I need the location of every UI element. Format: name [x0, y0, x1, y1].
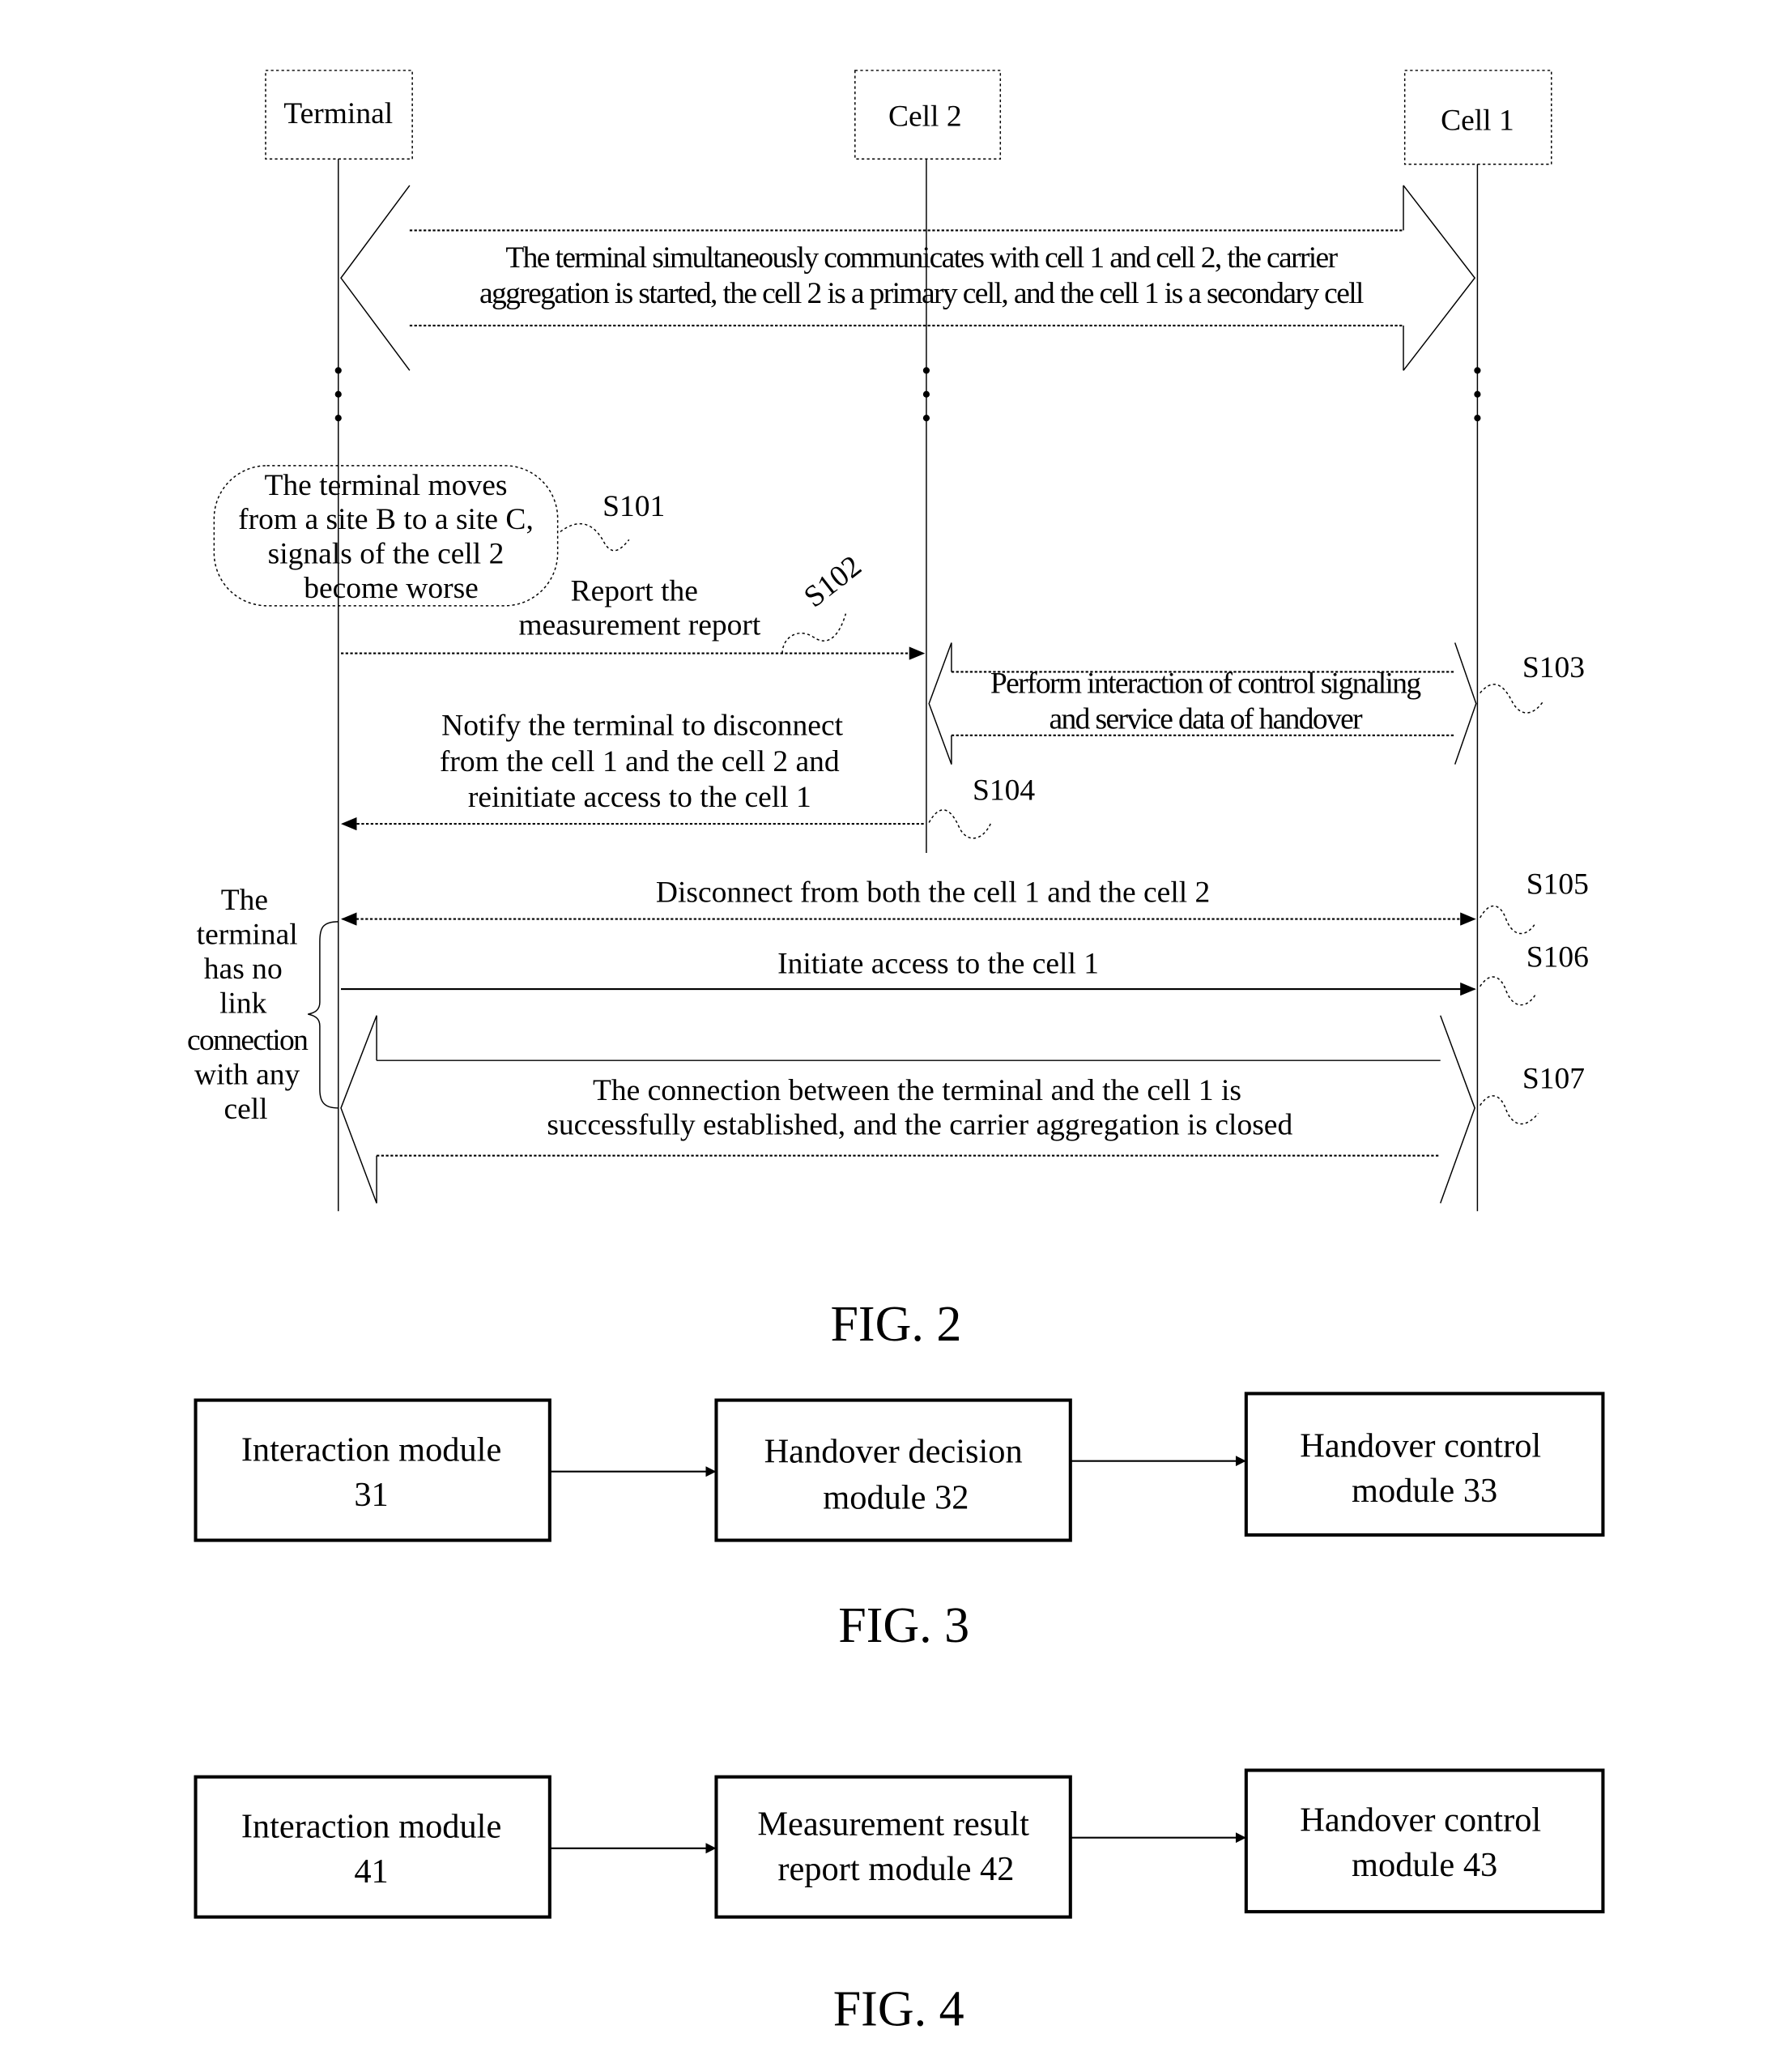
participant-cell-2: Cell 2: [854, 70, 1002, 160]
fig3-module-33: Handover control module 33: [1244, 1392, 1605, 1537]
side-note-line-6: with any: [194, 1059, 300, 1092]
side-note-line-5: connection: [187, 1024, 309, 1057]
s102-label-line-1: Report the: [571, 574, 698, 608]
fig2-sequence-diagram: Terminal Cell 2 Cell 1 The terminal simu…: [187, 70, 1589, 1352]
no-link-connection-note: The terminal has no link connection with…: [187, 884, 338, 1126]
s104-label-line-2: from the cell 1 and the cell 2 and: [440, 745, 840, 778]
s107-label-line-2: successfully established, and the carrie…: [547, 1109, 1292, 1142]
s107-label-line-1: The connection between the terminal and …: [593, 1074, 1241, 1107]
step-label-s101: S101: [602, 490, 665, 523]
fig3-module-31: Interaction module 31: [194, 1398, 551, 1542]
s101-note-line-3: signals of the cell 2: [268, 538, 505, 571]
participant-cell-2-label: Cell 2: [888, 100, 962, 133]
participant-terminal: Terminal: [265, 70, 413, 160]
side-note-line-4: link: [219, 987, 267, 1020]
participant-cell-1-label: Cell 1: [1441, 104, 1514, 137]
module-32-line-2: module 32: [823, 1478, 969, 1516]
step-label-s106: S106: [1526, 940, 1589, 974]
fig3-caption: FIG. 3: [838, 1598, 969, 1653]
side-note-line-2: terminal: [197, 919, 298, 952]
fig2-caption: FIG. 2: [830, 1297, 961, 1352]
module-31-line-1: Interaction module: [241, 1431, 501, 1469]
s101-note-line-2: from a site B to a site C,: [238, 503, 534, 536]
s104-label-line-1: Notify the terminal to disconnect: [441, 710, 843, 743]
carrier-aggregation-banner-arrow: The terminal simultaneously communicates…: [340, 185, 1476, 371]
fig4-module-43: Handover control module 43: [1244, 1768, 1605, 1914]
brace: [308, 921, 338, 1109]
s103-handover-interaction-arrow: Perform interaction of control signaling…: [928, 642, 1585, 765]
module-32-line-1: Handover decision: [764, 1432, 1023, 1470]
s105-message: Disconnect from both the cell 1 and the …: [341, 868, 1589, 935]
patent-drawing-sheet: Terminal Cell 2 Cell 1 The terminal simu…: [187, 70, 1605, 2036]
fig3-module-32: Handover decision module 32: [714, 1398, 1072, 1542]
s106-label: Initiate access to the cell 1: [777, 947, 1099, 980]
module-43-line-1: Handover control: [1300, 1801, 1541, 1840]
s101-note-line-4: become worse: [304, 572, 479, 605]
fig4-module-42: Measurement result report module 42: [714, 1775, 1072, 1919]
module-41-line-2: 41: [354, 1852, 388, 1891]
side-note-line-1: The: [221, 884, 268, 917]
ca-banner-line-2: aggregation is started, the cell 2 is a …: [479, 277, 1364, 310]
participant-terminal-label: Terminal: [283, 97, 393, 130]
s106-message: Initiate access to the cell 1 S106: [341, 940, 1589, 1006]
continuation-dots: [334, 367, 1481, 422]
s107-connection-established-arrow: The connection between the terminal and …: [340, 1015, 1585, 1204]
step-label-s104: S104: [973, 774, 1035, 808]
s104-label-line-3: reinitiate access to the cell 1: [468, 781, 811, 814]
side-note-line-3: has no: [204, 953, 283, 986]
ca-banner-line-1: The terminal simultaneously communicates…: [505, 241, 1338, 275]
s102-label-line-2: measurement report: [518, 609, 761, 642]
s105-label: Disconnect from both the cell 1 and the …: [656, 876, 1210, 909]
step-label-s105: S105: [1526, 868, 1589, 902]
module-43-line-2: module 43: [1352, 1846, 1497, 1884]
module-31-line-2: 31: [354, 1476, 388, 1514]
module-42-line-2: report module 42: [777, 1850, 1014, 1888]
participant-cell-1: Cell 1: [1403, 70, 1552, 165]
module-41-line-1: Interaction module: [241, 1808, 501, 1846]
s103-label-line-1: Perform interaction of control signaling: [990, 667, 1422, 701]
s101-note-line-1: The terminal moves: [264, 469, 507, 502]
module-33-line-1: Handover control: [1300, 1427, 1541, 1465]
fig4-block-diagram: Interaction module 41 Measurement result…: [194, 1768, 1605, 2036]
step-label-s103: S103: [1522, 651, 1585, 684]
side-note-line-7: cell: [224, 1093, 267, 1126]
module-42-line-1: Measurement result: [757, 1805, 1029, 1843]
module-33-line-2: module 33: [1352, 1472, 1497, 1510]
s104-message: Notify the terminal to disconnect from t…: [341, 710, 1035, 839]
fig3-block-diagram: Interaction module 31 Handover decision …: [194, 1392, 1605, 1653]
fig4-module-41: Interaction module 41: [194, 1775, 551, 1919]
step-label-s102: S102: [798, 549, 868, 614]
fig4-caption: FIG. 4: [833, 1981, 964, 2036]
s103-label-line-2: and service data of handover: [1049, 703, 1363, 736]
step-label-s107: S107: [1522, 1062, 1585, 1095]
